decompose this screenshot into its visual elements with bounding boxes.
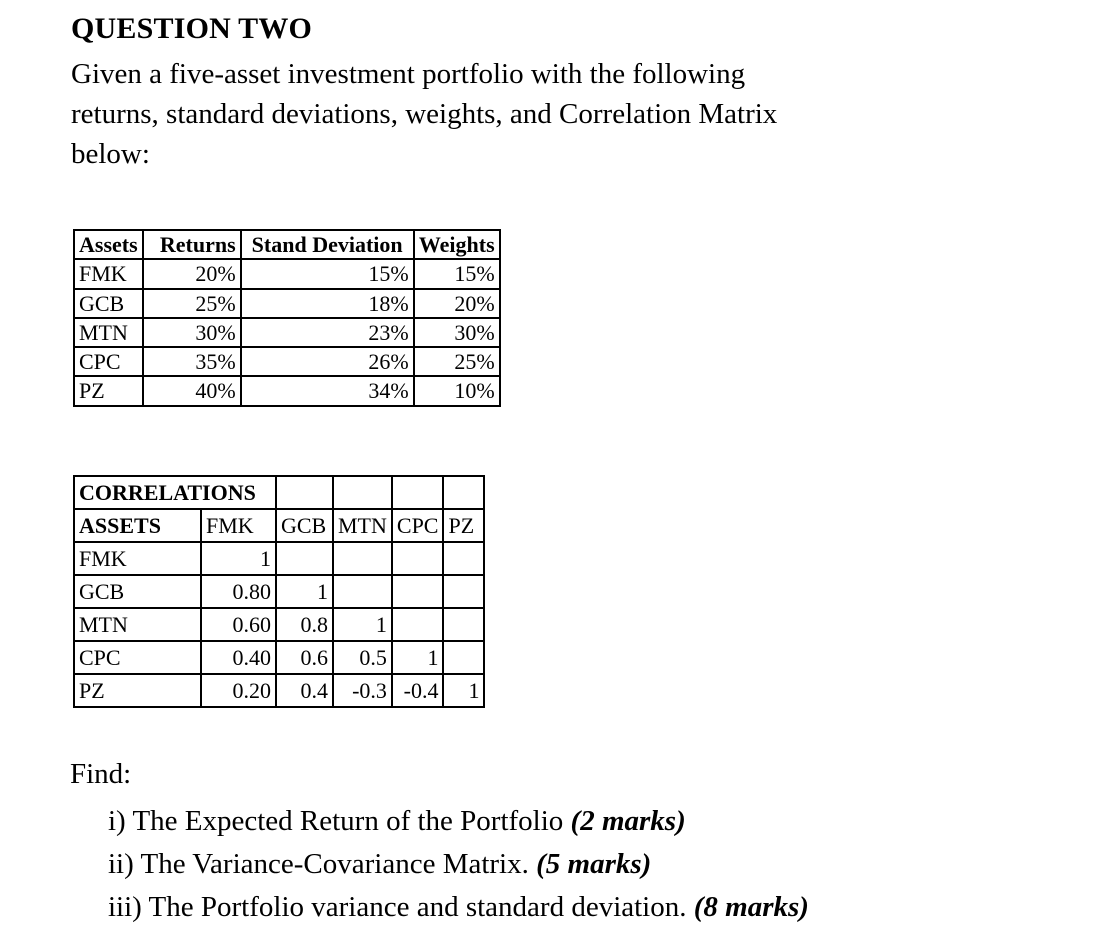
header-col-fmk: FMK <box>200 508 277 543</box>
asset-stats-table: Assets Returns Stand Deviation Weights F… <box>73 228 501 407</box>
cell-weight: 10% <box>412 375 501 407</box>
cell-correlation <box>332 574 393 609</box>
correlation-matrix-table: CORRELATIONS ASSETS FMK GCB MTN CPC PZ F… <box>73 475 486 708</box>
table-row: CPC 35% 26% 25% <box>73 346 501 378</box>
document-page: QUESTION TWO Given a five-asset investme… <box>0 0 1094 931</box>
list-item-marks: (5 marks) <box>536 848 652 880</box>
list-item-text: i) The Expected Return of the Portfolio <box>108 805 571 837</box>
list-item-text: ii) The Variance-Covariance Matrix. <box>108 848 537 880</box>
cell-row-label: MTN <box>73 607 202 642</box>
table-row: MTN 30% 23% 30% <box>73 316 501 349</box>
header-returns: Returns <box>141 228 242 261</box>
cell-asset-name: MTN <box>73 316 144 349</box>
find-label: Find: <box>70 758 132 790</box>
cell-row-label: FMK <box>73 541 202 576</box>
intro-line-3: below: <box>71 138 150 170</box>
list-item: i) The Expected Return of the Portfolio … <box>108 800 1038 843</box>
cell-return: 35% <box>141 346 242 378</box>
header-assets: Assets <box>73 228 144 261</box>
cell-correlation <box>275 541 334 576</box>
cell-correlation: 1 <box>200 541 277 576</box>
table-row: PZ 40% 34% 10% <box>73 375 501 407</box>
table-row: CPC 0.40 0.6 0.5 1 <box>73 640 486 675</box>
intro-line-1: Given a five-asset investment portfolio … <box>71 58 746 90</box>
cell-return: 30% <box>141 316 242 349</box>
cell-stand-deviation: 15% <box>239 258 415 290</box>
cell-asset-name: PZ <box>73 375 144 407</box>
empty-cell <box>390 475 445 510</box>
table-row: GCB 0.80 1 <box>73 574 486 609</box>
cell-correlation: 0.80 <box>200 574 277 609</box>
empty-cell <box>442 475 486 510</box>
table-row: FMK 20% 15% 15% <box>73 258 501 290</box>
header-assets-label: ASSETS <box>73 508 202 543</box>
cell-correlation: 1 <box>442 673 486 708</box>
cell-weight: 30% <box>412 316 501 349</box>
intro-paragraph: Given a five-asset investment portfolio … <box>71 54 1025 174</box>
cell-correlation <box>390 541 445 576</box>
header-col-pz: PZ <box>442 508 486 543</box>
header-col-cpc: CPC <box>390 508 445 543</box>
cell-correlation: 1 <box>390 640 445 675</box>
cell-correlation <box>442 541 486 576</box>
cell-correlation: 1 <box>275 574 334 609</box>
find-question-list: i) The Expected Return of the Portfolio … <box>108 800 1038 929</box>
cell-asset-name: CPC <box>73 346 144 378</box>
list-item-marks: (2 marks) <box>570 805 686 837</box>
cell-correlation: 0.20 <box>200 673 277 708</box>
intro-line-2: returns, standard deviations, weights, a… <box>71 98 778 130</box>
cell-correlation: 0.60 <box>200 607 277 642</box>
cell-weight: 25% <box>412 346 501 378</box>
cell-weight: 15% <box>412 258 501 290</box>
cell-correlation <box>442 640 486 675</box>
cell-return: 40% <box>141 375 242 407</box>
header-stand-deviation: Stand Deviation <box>239 228 415 261</box>
header-col-mtn: MTN <box>332 508 393 543</box>
cell-correlation <box>442 574 486 609</box>
cell-stand-deviation: 34% <box>239 375 415 407</box>
cell-correlation <box>390 574 445 609</box>
cell-stand-deviation: 26% <box>239 346 415 378</box>
cell-correlation: 0.40 <box>200 640 277 675</box>
cell-correlation: 0.8 <box>275 607 334 642</box>
correlations-header-row: ASSETS FMK GCB MTN CPC PZ <box>73 508 486 543</box>
page-title: QUESTION TWO <box>71 12 313 45</box>
cell-row-label: CPC <box>73 640 202 675</box>
cell-asset-name: FMK <box>73 258 144 290</box>
cell-correlation: 0.4 <box>275 673 334 708</box>
cell-return: 20% <box>141 258 242 290</box>
empty-cell <box>275 475 334 510</box>
list-item-text: iii) The Portfolio variance and standard… <box>108 891 694 923</box>
cell-return: 25% <box>141 287 242 319</box>
cell-row-label: GCB <box>73 574 202 609</box>
cell-correlation: 1 <box>332 607 393 642</box>
cell-correlation <box>390 607 445 642</box>
empty-cell <box>332 475 393 510</box>
table-row: PZ 0.20 0.4 -0.3 -0.4 1 <box>73 673 486 708</box>
list-item-marks: (8 marks) <box>693 891 809 923</box>
correlations-title-row: CORRELATIONS <box>73 475 486 510</box>
table-row: FMK 1 <box>73 541 486 576</box>
cell-weight: 20% <box>412 287 501 319</box>
cell-correlation: 0.5 <box>332 640 393 675</box>
cell-correlation <box>442 607 486 642</box>
header-weights: Weights <box>412 228 501 261</box>
list-item: ii) The Variance-Covariance Matrix. (5 m… <box>108 843 1038 886</box>
cell-correlation: 0.6 <box>275 640 334 675</box>
cell-correlation: -0.3 <box>332 673 393 708</box>
table-header-row: Assets Returns Stand Deviation Weights <box>73 228 501 261</box>
cell-correlation <box>332 541 393 576</box>
table-row: MTN 0.60 0.8 1 <box>73 607 486 642</box>
cell-stand-deviation: 23% <box>239 316 415 349</box>
cell-row-label: PZ <box>73 673 202 708</box>
cell-asset-name: GCB <box>73 287 144 319</box>
table-row: GCB 25% 18% 20% <box>73 287 501 319</box>
list-item: iii) The Portfolio variance and standard… <box>108 886 1038 929</box>
correlations-title: CORRELATIONS <box>73 475 277 510</box>
header-col-gcb: GCB <box>275 508 334 543</box>
cell-stand-deviation: 18% <box>239 287 415 319</box>
cell-correlation: -0.4 <box>390 673 445 708</box>
